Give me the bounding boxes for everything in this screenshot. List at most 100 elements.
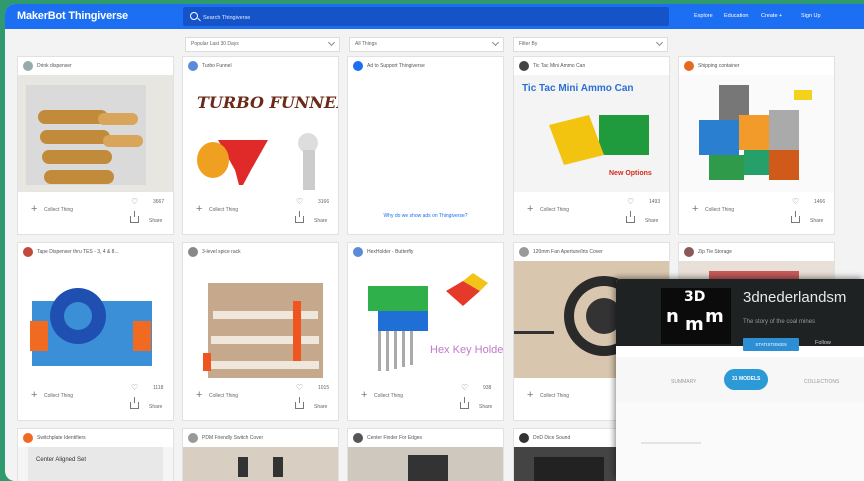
share-icon[interactable]	[460, 397, 469, 409]
share-icon[interactable]	[130, 211, 139, 223]
card-title[interactable]: Tic Tac Mini Ammo Can	[533, 63, 585, 69]
plus-icon: +	[196, 389, 203, 401]
shipping-container-image	[679, 75, 834, 192]
share-button[interactable]: Share	[149, 218, 162, 224]
heart-icon[interactable]: ♡	[792, 197, 799, 206]
plus-icon: +	[361, 389, 368, 401]
thing-card[interactable]: Center Finder For Edges	[347, 428, 504, 481]
hex-key-holder-image: Hex Key Holder	[348, 261, 503, 378]
card-title[interactable]: Drink dispenser	[37, 63, 72, 69]
thing-thumbnail[interactable]: Center Aligned Set	[18, 447, 173, 481]
collect-button[interactable]: Collect Thing	[374, 393, 403, 399]
card-title[interactable]: PDM Friendly Switch Cover	[202, 435, 263, 441]
avatar	[23, 433, 33, 443]
heart-icon[interactable]: ♡	[461, 383, 468, 392]
share-icon[interactable]	[295, 211, 304, 223]
nav-explore[interactable]: Explore	[694, 13, 713, 19]
thing-card[interactable]: Switchplate Identifiers Center Aligned S…	[17, 428, 174, 481]
thing-card[interactable]: 3-level spice rack + Collect Thing ♡ 1015 …	[182, 242, 339, 421]
like-count: 1466	[814, 199, 826, 205]
tab-collections[interactable]: COLLECTIONS	[804, 379, 839, 385]
nav-sign-up[interactable]: Sign Up	[801, 13, 821, 19]
chevron-down-icon	[655, 38, 664, 47]
profile-overlay: 3D n m m 3dnederlandsm The story of the …	[616, 279, 864, 481]
ammo-can-art-text: Tic Tac Mini Ammo Can	[522, 83, 634, 94]
collect-button[interactable]: Collect Thing	[705, 207, 734, 213]
thing-thumbnail[interactable]	[183, 261, 338, 378]
card-title[interactable]: Tape Dispenser thru TES - 3, 4 & 8...	[37, 249, 119, 255]
turbo-funnel-image: TURBO FUNNEL	[183, 75, 338, 192]
card-title[interactable]: Turbo Funnel	[202, 63, 232, 69]
filter-dropdown[interactable]: Filter By	[513, 37, 668, 52]
stats-button[interactable]: STATISTIEKEN	[743, 338, 799, 351]
like-count: 3667	[153, 199, 165, 205]
thingiverse-logo[interactable]: MakerBot Thingiverse	[17, 10, 128, 22]
heart-icon[interactable]: ♡	[131, 197, 138, 206]
ad-info-link[interactable]: Why do we show ads on Thingiverse?	[348, 213, 503, 219]
share-button[interactable]: Share	[810, 218, 823, 224]
type-dropdown[interactable]: All Things	[349, 37, 504, 52]
logo-letter: m	[705, 306, 724, 327]
heart-icon[interactable]: ♡	[627, 197, 634, 206]
thing-card[interactable]: Shipping container + Collect Thing ♡ 1466 …	[678, 56, 835, 235]
thing-thumbnail[interactable]	[18, 75, 173, 192]
center-finder-image	[348, 447, 503, 481]
card-title[interactable]: DnD Dice Sound	[533, 435, 570, 441]
collect-button[interactable]: Collect Thing	[44, 393, 73, 399]
share-icon[interactable]	[295, 397, 304, 409]
card-title[interactable]: HexHolder - Butterfly	[367, 249, 413, 255]
thing-card[interactable]: Turbo Funnel TURBO FUNNEL + Collect Thing…	[182, 56, 339, 235]
plus-icon: +	[527, 389, 534, 401]
logo-letter: n	[666, 306, 679, 327]
thing-thumbnail[interactable]	[18, 261, 173, 378]
profile-content	[616, 402, 864, 481]
chevron-down-icon	[491, 38, 500, 47]
thing-card[interactable]: Tic Tac Mini Ammo Can Tic Tac Mini Ammo …	[513, 56, 670, 235]
collect-button[interactable]: Collect Thing	[44, 207, 73, 213]
card-title[interactable]: 120mm Fan Aperture/Iris Cover	[533, 249, 603, 255]
collect-button[interactable]: Collect Thing	[540, 207, 569, 213]
card-title[interactable]: Switchplate Identifiers	[37, 435, 86, 441]
tab-models[interactable]: 31 MODELS	[724, 369, 769, 390]
card-title[interactable]: 3-level spice rack	[202, 249, 241, 255]
thing-thumbnail[interactable]	[183, 447, 338, 481]
thing-thumbnail[interactable]	[679, 75, 834, 192]
card-title[interactable]: Center Finder For Edges	[367, 435, 422, 441]
thing-card[interactable]: Tape Dispenser thru TES - 3, 4 & 8... + C…	[17, 242, 174, 421]
nav-create[interactable]: Create +	[761, 13, 782, 19]
collect-button[interactable]: Collect Thing	[209, 207, 238, 213]
card-title[interactable]: Shipping container	[698, 63, 739, 69]
share-button[interactable]: Share	[479, 404, 492, 410]
search-input[interactable]	[201, 9, 505, 26]
share-button[interactable]: Share	[645, 218, 658, 224]
heart-icon[interactable]: ♡	[296, 197, 303, 206]
collect-button[interactable]: Collect Thing	[209, 393, 238, 399]
search-bar[interactable]	[183, 7, 669, 26]
filter-label: Filter By	[519, 41, 538, 47]
heart-icon[interactable]: ♡	[131, 383, 138, 392]
card-title[interactable]: Zip Tie Storage	[698, 249, 732, 255]
share-button[interactable]: Share	[149, 404, 162, 410]
sort-dropdown[interactable]: Popular Last 30 Days	[185, 37, 340, 52]
thing-thumbnail[interactable]: Hex Key Holder	[348, 261, 503, 378]
thing-thumbnail[interactable]: TURBO FUNNEL	[183, 75, 338, 192]
share-icon[interactable]	[626, 211, 635, 223]
share-icon[interactable]	[791, 211, 800, 223]
follow-button[interactable]: Follow	[815, 340, 831, 346]
tab-summary[interactable]: SUMMARY	[671, 379, 696, 385]
avatar	[353, 247, 363, 257]
share-icon[interactable]	[130, 397, 139, 409]
nav-education[interactable]: Education	[724, 13, 748, 19]
like-count: 1493	[649, 199, 661, 205]
thing-thumbnail[interactable]	[348, 447, 503, 481]
share-button[interactable]: Share	[314, 404, 327, 410]
thing-card[interactable]: PDM Friendly Switch Cover	[182, 428, 339, 481]
thing-card[interactable]: HexHolder - Butterfly Hex Key Holder + Co…	[347, 242, 504, 421]
heart-icon[interactable]: ♡	[296, 383, 303, 392]
thing-thumbnail[interactable]: Tic Tac Mini Ammo Can New Options	[514, 75, 669, 192]
share-button[interactable]: Share	[314, 218, 327, 224]
collect-button[interactable]: Collect Thing	[540, 393, 569, 399]
sort-label: Popular Last 30 Days	[191, 41, 239, 47]
profile-subtitle: The story of the coal mines	[743, 319, 816, 325]
thing-card[interactable]: Drink dispenser + Collect Thing ♡ 3667 Sha…	[17, 56, 174, 235]
